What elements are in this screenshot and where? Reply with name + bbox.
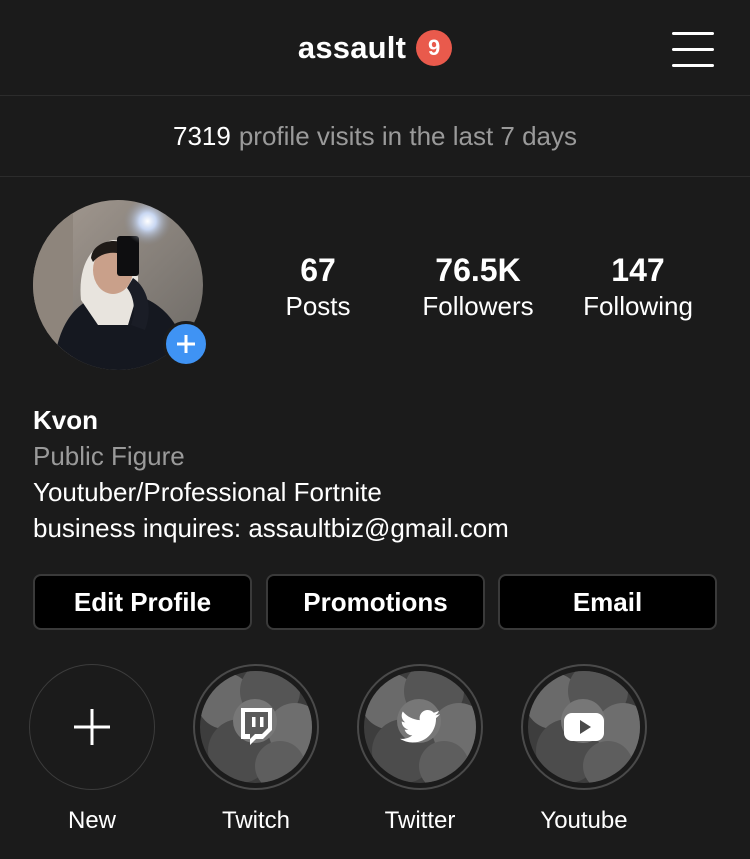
stat-posts[interactable]: 67 Posts: [243, 252, 393, 324]
account-switcher[interactable]: assault 9: [0, 30, 750, 66]
highlight-twitter[interactable]: Twitter: [355, 664, 485, 835]
profile-bio: Kvon Public Figure Youtuber/Professional…: [33, 402, 509, 546]
notification-badge: 9: [416, 30, 453, 66]
highlight-label: Twitter: [384, 807, 456, 834]
stat-following[interactable]: 147 Following: [563, 252, 713, 324]
highlight-youtube[interactable]: Youtube: [519, 664, 649, 835]
add-story-button[interactable]: [163, 321, 209, 367]
email-button[interactable]: Email: [498, 574, 717, 630]
followers-label: Followers: [422, 291, 534, 321]
promotions-button[interactable]: Promotions: [266, 574, 485, 630]
plus-icon: [177, 335, 195, 353]
highlight-ring: [357, 664, 483, 790]
bio-line-email[interactable]: business inquires: assaultbiz@gmail.com: [33, 510, 509, 546]
youtube-play-icon: [564, 713, 604, 741]
following-count: 147: [611, 252, 665, 288]
visits-text: profile visits in the last 7 days: [238, 120, 577, 151]
profile-category: Public Figure: [33, 441, 185, 471]
hamburger-menu-icon[interactable]: [672, 32, 714, 68]
highlight-twitch[interactable]: Twitch: [191, 664, 321, 835]
top-bar: assault 9: [0, 0, 750, 96]
following-label: Following: [583, 291, 693, 321]
highlight-label: New: [67, 807, 116, 834]
edit-profile-button[interactable]: Edit Profile: [33, 574, 252, 630]
highlight-label: Twitch: [221, 807, 290, 834]
followers-count: 76.5K: [435, 252, 521, 288]
posts-count: 67: [300, 252, 336, 288]
highlight-new[interactable]: New: [27, 664, 157, 835]
new-highlight-ring[interactable]: [29, 664, 155, 790]
twitch-icon: [241, 708, 272, 745]
smoke-cover-image: [200, 671, 312, 783]
username-title[interactable]: assault: [298, 30, 406, 66]
highlight-label: Youtube: [540, 807, 628, 834]
plus-icon: [74, 709, 110, 745]
profile-name: Kvon: [33, 405, 98, 435]
stat-followers[interactable]: 76.5K Followers: [403, 252, 553, 324]
smoke-cover-image: [364, 671, 476, 783]
twitter-bird-icon: [400, 710, 440, 743]
posts-label: Posts: [285, 291, 351, 321]
highlight-ring: [521, 664, 647, 790]
smoke-cover-image: [528, 671, 640, 783]
visits-count: 7319: [173, 120, 231, 151]
bio-line: Youtuber/Professional Fortnite: [33, 477, 382, 507]
highlight-ring: [193, 664, 319, 790]
profile-visits-banner[interactable]: 7319 profile visits in the last 7 days: [0, 96, 750, 177]
